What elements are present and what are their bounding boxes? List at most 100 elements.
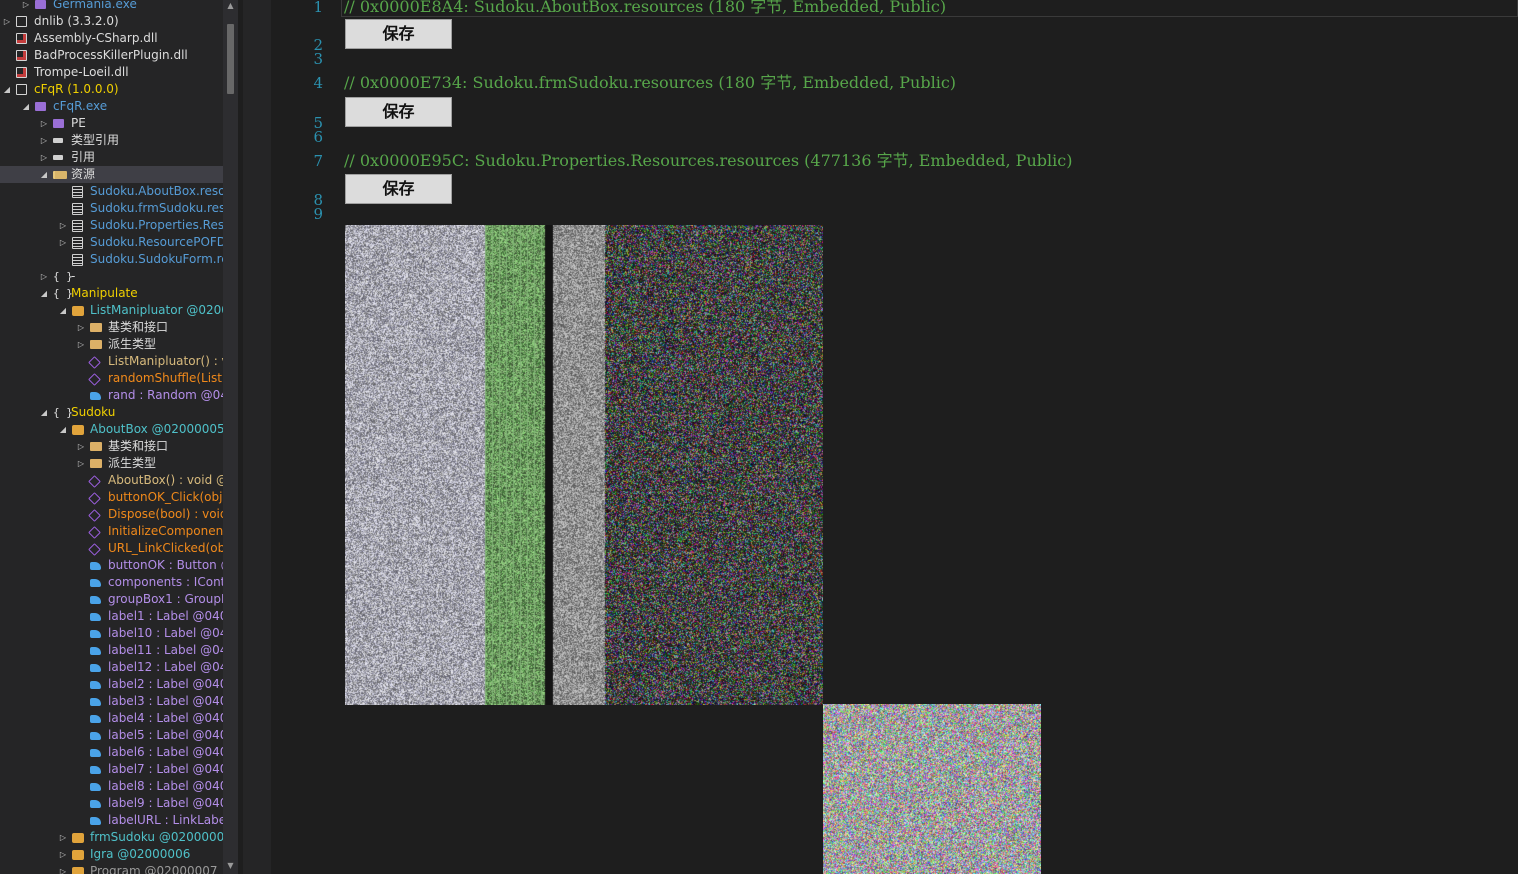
expand-open-icon[interactable]: ◢ [58,302,68,319]
module-icon [35,0,46,9]
expand-closed-icon[interactable]: ▷ [21,0,31,13]
tree-item[interactable]: ▷ frmSudoku @02000003 [0,829,223,846]
tree-item[interactable]: Sudoku.SudokuForm.resources [0,251,223,268]
tree-item[interactable]: label5 : Label @0400 [0,727,223,744]
field-icon [90,698,101,706]
tree-item[interactable]: label3 : Label @0400 [0,693,223,710]
save-button-properties[interactable]: 保存 [345,174,452,204]
tree-item[interactable]: BadProcessKillerPlugin.dll [0,47,223,64]
tree-item[interactable]: ◢ 资源 [0,166,223,183]
tree-item[interactable]: label11 : Label @040 [0,642,223,659]
tree-item[interactable]: groupBox1 : GroupB [0,591,223,608]
tree-item[interactable]: URL_LinkClicked(obj [0,540,223,557]
tree-item[interactable]: label8 : Label @0400 [0,778,223,795]
line-number: 9 [313,205,323,223]
tree-item[interactable]: label2 : Label @0400 [0,676,223,693]
expand-closed-icon[interactable]: ▷ [58,217,68,234]
tree-item[interactable]: Dispose(bool) : void [0,506,223,523]
tree-item[interactable]: label6 : Label @0400 [0,744,223,761]
tree-item[interactable]: label7 : Label @0400 [0,761,223,778]
tree-item[interactable]: label12 : Label @040 [0,659,223,676]
tree-item[interactable]: label10 : Label @040 [0,625,223,642]
tree-item[interactable]: buttonOK_Click(obje [0,489,223,506]
tree-item[interactable]: label9 : Label @0400 [0,795,223,812]
tree-item[interactable]: Sudoku.frmSudoku.resources [0,200,223,217]
save-button-frmsudoku[interactable]: 保存 [345,97,452,127]
tree-item[interactable]: ▷ dnlib (3.3.2.0) [0,13,223,30]
tree-item[interactable]: buttonOK : Button @ [0,557,223,574]
save-button-aboutbox[interactable]: 保存 [345,19,452,49]
tree-item[interactable]: labelURL : LinkLabel [0,812,223,829]
field-icon [90,817,101,825]
expand-closed-icon[interactable]: ▷ [76,336,86,353]
tree-item[interactable]: Trompe-Loeil.dll [0,64,223,81]
expand-closed-icon[interactable]: ▷ [39,149,49,166]
tree-item[interactable]: ◢ { } Manipulate [0,285,223,302]
tree-item[interactable]: ▷ 基类和接口 [0,319,223,336]
tree-item[interactable]: ▷ 基类和接口 [0,438,223,455]
tree-item[interactable]: ListManipluator() : void [0,353,223,370]
tree-item[interactable]: ▷ Program @02000007 [0,863,223,874]
tree-item-label: ListManipluator() : void [108,354,223,368]
expand-open-icon[interactable]: ◢ [39,166,49,183]
tree-item[interactable]: ▷ Sudoku.Properties.Resources.resources [0,217,223,234]
tree-item[interactable]: ◢ AboutBox @02000005 [0,421,223,438]
tree-item[interactable]: ▷ Sudoku.ResourcePOFDC [0,234,223,251]
line-number: 6 [313,128,323,146]
tree-item[interactable]: ◢ ListManipluator @02000002 [0,302,223,319]
assembly-red-icon [16,67,27,78]
tree-item[interactable]: ▷ { } - [0,268,223,285]
tree-item[interactable]: randomShuffle(List< [0,370,223,387]
line-number: 7 [313,152,323,170]
tree-item[interactable]: ◢ cFqR (1.0.0.0) [0,81,223,98]
decompiler-editor[interactable]: 1 2 3 4 5 6 7 8 9 // 0x0000E8A4: Sudoku.… [271,0,1518,874]
folder-icon [90,323,102,332]
tree-item[interactable]: ▷ 类型引用 [0,132,223,149]
expand-open-icon[interactable]: ◢ [21,98,31,115]
expand-closed-icon[interactable]: ▷ [58,234,68,251]
line-number: 4 [313,74,323,92]
tree-item[interactable]: ◢ cFqR.exe [0,98,223,115]
assembly-red-icon [16,50,27,61]
expand-open-icon[interactable]: ◢ [39,404,49,421]
tree-item[interactable]: label1 : Label @0400 [0,608,223,625]
expand-closed-icon[interactable]: ▷ [2,13,12,30]
expand-closed-icon[interactable]: ▷ [39,268,49,285]
expand-closed-icon[interactable]: ▷ [58,863,68,874]
expand-closed-icon[interactable]: ▷ [76,438,86,455]
field-icon [90,647,101,655]
tree-item[interactable]: ▷ 派生类型 [0,455,223,472]
tree-item-label: buttonOK_Click(obje [108,490,223,504]
expand-closed-icon[interactable]: ▷ [58,829,68,846]
tree-scrollbar[interactable]: ▲ ▼ [223,0,238,874]
tree-item[interactable]: InitializeComponent [0,523,223,540]
tree-item[interactable]: rand : Random @04 [0,387,223,404]
expand-closed-icon[interactable]: ▷ [58,846,68,863]
resource-comment-properties: // 0x0000E95C: Sudoku.Properties.Resourc… [344,151,1073,170]
tree-item[interactable]: ▷ 引用 [0,149,223,166]
expand-closed-icon[interactable]: ▷ [39,132,49,149]
expand-closed-icon[interactable]: ▷ [39,115,49,132]
tree-item[interactable]: ▷ Igra @02000006 [0,846,223,863]
expand-open-icon[interactable]: ◢ [58,421,68,438]
scroll-up-arrow-icon[interactable]: ▲ [223,0,238,12]
expand-closed-icon[interactable]: ▷ [76,319,86,336]
tree-item[interactable]: components : IConta [0,574,223,591]
tree-item[interactable]: Assembly-CSharp.dll [0,30,223,47]
tree-item[interactable]: ▷ PE [0,115,223,132]
tree-item[interactable]: ◢ { } Sudoku [0,404,223,421]
tree-item[interactable]: ▷ Germania.exe [0,0,223,13]
expand-open-icon[interactable]: ◢ [2,81,12,98]
scroll-thumb[interactable] [227,24,234,94]
tree-item[interactable]: Sudoku.AboutBox.resources [0,183,223,200]
tree-item-label: label12 : Label @040 [108,660,223,674]
tree-item[interactable]: AboutBox() : void @ [0,472,223,489]
scroll-down-arrow-icon[interactable]: ▼ [223,860,238,872]
resource-comment-aboutbox: // 0x0000E8A4: Sudoku.AboutBox.resources… [344,0,947,16]
field-icon [90,392,101,400]
tree-item[interactable]: ▷ 派生类型 [0,336,223,353]
resource-icon [72,220,83,232]
expand-open-icon[interactable]: ◢ [39,285,49,302]
tree-item[interactable]: label4 : Label @0400 [0,710,223,727]
expand-closed-icon[interactable]: ▷ [76,455,86,472]
